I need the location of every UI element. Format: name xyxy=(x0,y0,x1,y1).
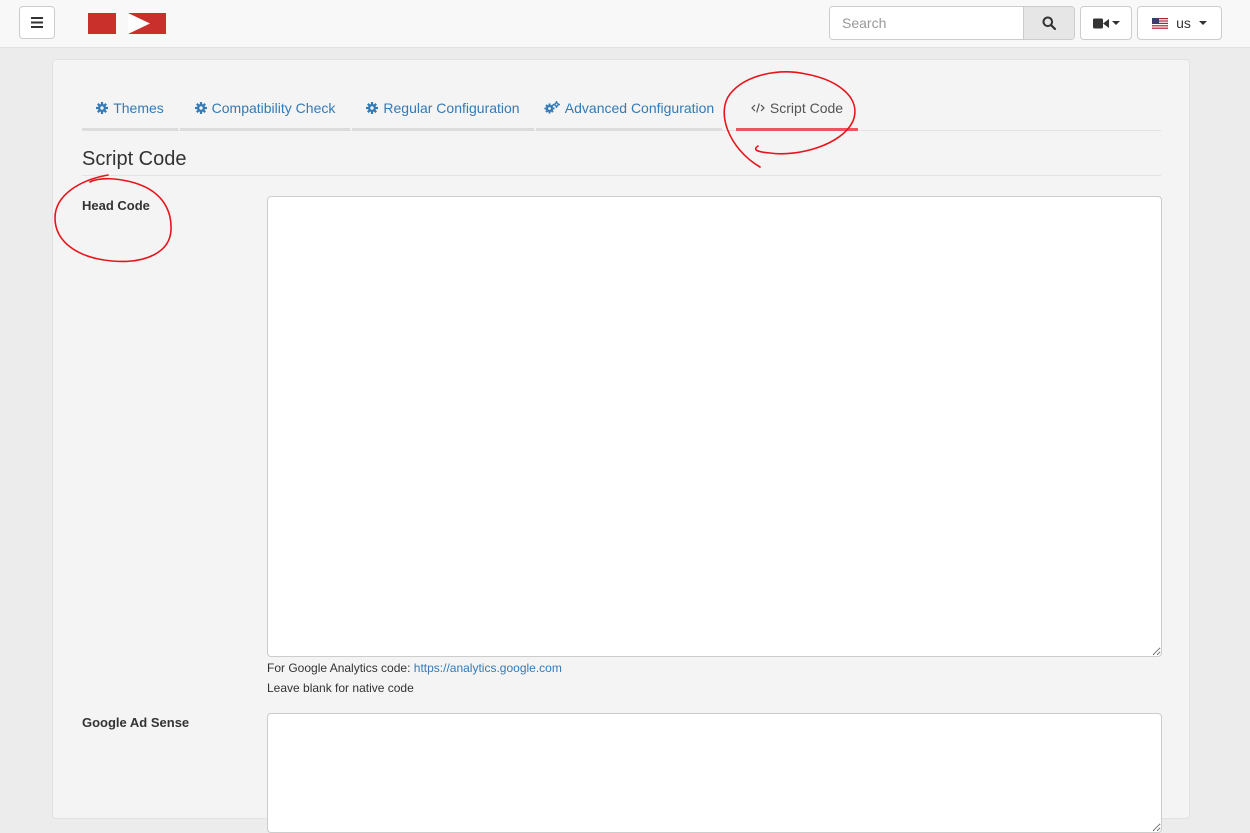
tab-label: Script Code xyxy=(769,99,844,116)
tab-advanced-configuration[interactable]: Advanced Configuration xyxy=(536,87,722,131)
chevron-down-icon xyxy=(1198,21,1207,25)
tab-label: Advanced Configuration xyxy=(564,99,715,116)
search-button[interactable] xyxy=(1023,7,1074,39)
ad-sense-textarea[interactable] xyxy=(267,713,1162,833)
head-code-note: Leave blank for native code xyxy=(267,681,414,695)
tab-label: Compatibility Check xyxy=(211,99,336,116)
us-flag-icon xyxy=(1152,17,1169,29)
hamburger-icon xyxy=(31,17,43,28)
gears-icon xyxy=(544,101,560,114)
tab-script-code[interactable]: Script Code xyxy=(736,87,858,131)
tab-regular-configuration[interactable]: Regular Configuration xyxy=(352,87,534,131)
google-analytics-link[interactable]: https://analytics.google.com xyxy=(414,661,562,675)
head-code-label: Head Code xyxy=(82,198,150,213)
chevron-down-icon xyxy=(1111,21,1120,25)
site-logo[interactable] xyxy=(88,13,166,34)
head-code-textarea[interactable] xyxy=(267,196,1162,657)
tab-label: Themes xyxy=(113,99,164,116)
video-dropdown-button[interactable] xyxy=(1080,6,1132,40)
search-icon xyxy=(1042,16,1056,30)
hamburger-menu-button[interactable] xyxy=(19,6,55,39)
search-input[interactable] xyxy=(830,7,1023,39)
ad-sense-label: Google Ad Sense xyxy=(82,715,190,730)
language-dropdown-button[interactable]: us xyxy=(1137,6,1222,40)
head-code-help: For Google Analytics code: https://analy… xyxy=(267,661,562,675)
gear-icon xyxy=(194,101,207,114)
settings-tabs: Themes Compatibility Check Regular Confi… xyxy=(82,87,1161,131)
video-camera-icon xyxy=(1092,18,1109,28)
tab-themes[interactable]: Themes xyxy=(82,87,178,131)
tab-label: Regular Configuration xyxy=(383,99,520,116)
tab-compatibility-check[interactable]: Compatibility Check xyxy=(180,87,350,131)
language-label: us xyxy=(1176,15,1191,31)
top-navbar: us xyxy=(0,0,1250,48)
settings-panel: Themes Compatibility Check Regular Confi… xyxy=(52,59,1190,833)
gear-icon xyxy=(366,101,379,114)
page-title: Script Code xyxy=(82,148,1161,176)
code-icon xyxy=(751,102,765,113)
search-group xyxy=(829,6,1075,40)
help-text: For Google Analytics code: xyxy=(267,661,411,675)
gear-icon xyxy=(96,101,109,114)
